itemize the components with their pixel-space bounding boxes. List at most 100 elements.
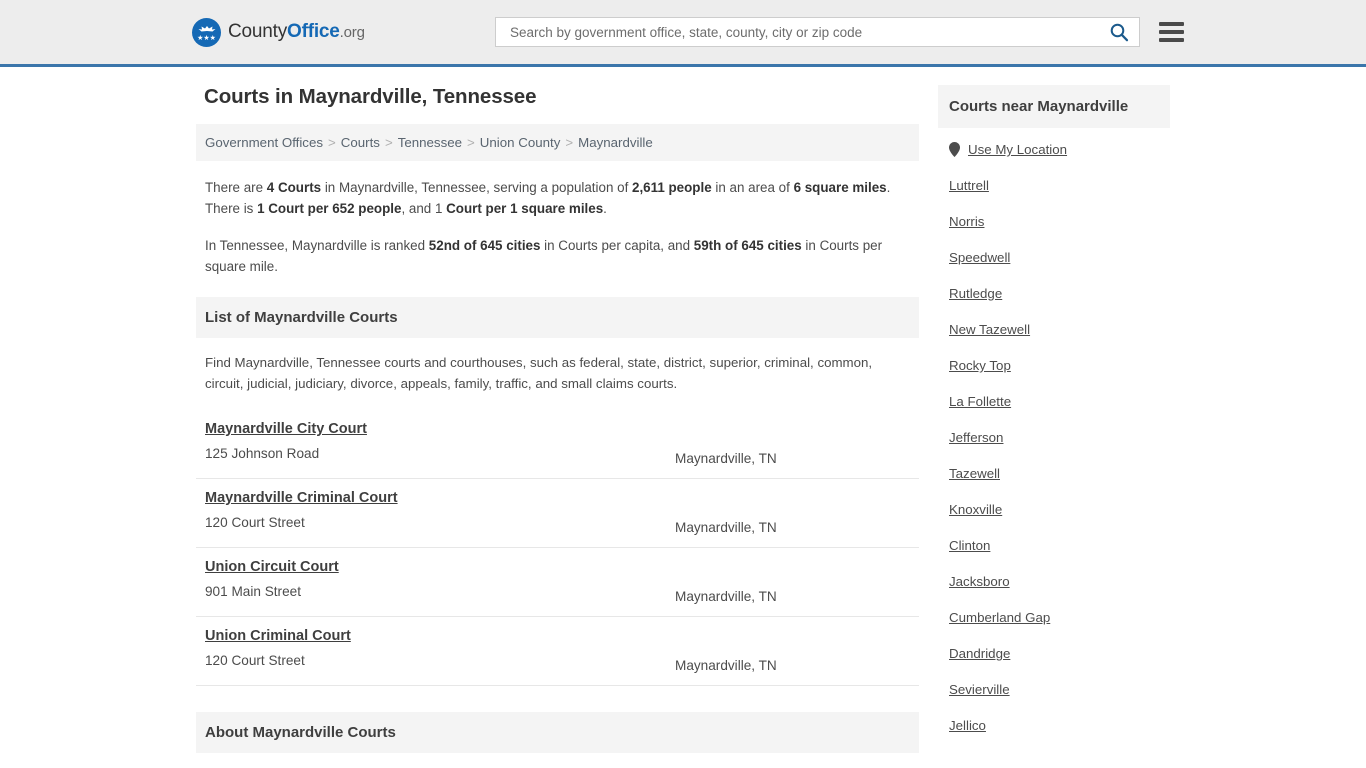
main-content: Courts in Maynardville, Tennessee Govern… [196, 67, 919, 768]
stars-glyph: ★★★ [197, 34, 216, 42]
sidebar-city-link[interactable]: Sevierville [949, 682, 1010, 697]
hamburger-bar-1 [1159, 22, 1184, 26]
search-icon [1110, 23, 1129, 42]
sidebar-item-jefferson[interactable]: Jefferson [949, 430, 1159, 445]
stat-rank-per-sq-mile: 59th of 645 cities [693, 238, 802, 253]
intro-text: in Maynardville, Tennessee, serving a po… [321, 180, 633, 195]
intro-text: There are [205, 180, 267, 195]
breadcrumb-separator: > [384, 135, 393, 150]
sidebar-item-clinton[interactable]: Clinton [949, 538, 1159, 553]
court-info: Union Circuit Court 901 Main Street [205, 558, 675, 599]
intro-stats: There are 4 Courts in Maynardville, Tenn… [196, 161, 919, 297]
court-address: 125 Johnson Road [205, 446, 320, 461]
sidebar-city-link[interactable]: New Tazewell [949, 322, 1030, 337]
court-name-link[interactable]: Union Circuit Court [205, 559, 339, 575]
page-title: Courts in Maynardville, Tennessee [204, 85, 537, 108]
logo-text-org: .org [339, 24, 365, 41]
court-info: Maynardville City Court 125 Johnson Road [205, 420, 675, 461]
sidebar-item-jacksboro[interactable]: Jacksboro [949, 574, 1159, 589]
court-city: Maynardville, TN [675, 658, 777, 673]
court-city: Maynardville, TN [675, 451, 777, 466]
use-my-location-link[interactable]: Use My Location [968, 142, 1067, 157]
sidebar-city-link[interactable]: Rutledge [949, 286, 1002, 301]
sidebar-city-link[interactable]: Cumberland Gap [949, 610, 1050, 625]
sidebar-item-cumberland-gap[interactable]: Cumberland Gap [949, 610, 1159, 625]
intro-text: in Courts per capita, and [540, 238, 694, 253]
table-row: Union Circuit Court 901 Main Street Mayn… [196, 548, 919, 617]
site-logo[interactable]: ★★★ CountyOffice.org [192, 17, 365, 47]
sidebar-heading: Courts near Maynardville [938, 85, 1170, 128]
intro-paragraph-2: In Tennessee, Maynardville is ranked 52n… [205, 235, 910, 277]
sidebar-city-link[interactable]: Jacksboro [949, 574, 1010, 589]
sidebar-item-speedwell[interactable]: Speedwell [949, 250, 1159, 265]
about-section: About Maynardville Courts Courts in Mayn… [196, 712, 919, 768]
search-box[interactable] [495, 17, 1140, 47]
breadcrumb-item-tennessee[interactable]: Tennessee [398, 135, 462, 150]
intro-text: In Tennessee, Maynardville is ranked [205, 238, 429, 253]
table-row: Maynardville Criminal Court 120 Court St… [196, 479, 919, 548]
stat-population: 2,611 people [632, 180, 712, 195]
court-info: Maynardville Criminal Court 120 Court St… [205, 489, 675, 530]
table-row: Union Criminal Court 120 Court Street Ma… [196, 617, 919, 686]
intro-text: , and 1 [401, 201, 447, 216]
page-body: Courts in Maynardville, Tennessee Govern… [0, 67, 1366, 768]
sidebar-city-link[interactable]: Knoxville [949, 502, 1002, 517]
sidebar-item-luttrell[interactable]: Luttrell [949, 178, 1159, 193]
search-input[interactable] [508, 23, 1107, 41]
sidebar-city-link[interactable]: Jellico [949, 718, 986, 733]
search-button[interactable] [1107, 22, 1131, 42]
logo-wordmark: CountyOffice.org [228, 21, 365, 43]
sidebar-item-rutledge[interactable]: Rutledge [949, 286, 1159, 301]
stat-rank-per-capita: 52nd of 645 cities [428, 238, 541, 253]
breadcrumb-separator: > [565, 135, 574, 150]
breadcrumb-item-maynardville: Maynardville [578, 135, 653, 150]
map-pin-icon [949, 142, 960, 157]
sidebar: Courts near Maynardville Use My Location… [938, 67, 1170, 768]
sidebar-item-use-my-location[interactable]: Use My Location [949, 142, 1159, 157]
logo-text-county: County [228, 21, 288, 42]
sidebar-item-jellico[interactable]: Jellico [949, 718, 1159, 733]
breadcrumb-item-government-offices[interactable]: Government Offices [205, 135, 323, 150]
breadcrumb-item-courts[interactable]: Courts [341, 135, 380, 150]
court-list: Maynardville City Court 125 Johnson Road… [196, 410, 919, 686]
site-header: ★★★ CountyOffice.org [0, 0, 1366, 67]
search-area [495, 17, 1184, 47]
sidebar-item-dandridge[interactable]: Dandridge [949, 646, 1159, 661]
sidebar-city-link[interactable]: Rocky Top [949, 358, 1011, 373]
court-name-link[interactable]: Maynardville Criminal Court [205, 490, 398, 506]
sidebar-item-new-tazewell[interactable]: New Tazewell [949, 322, 1159, 337]
sidebar-item-norris[interactable]: Norris [949, 214, 1159, 229]
sidebar-item-rocky-top[interactable]: Rocky Top [949, 358, 1159, 373]
sidebar-city-link[interactable]: Norris [949, 214, 984, 229]
breadcrumb: Government Offices > Courts > Tennessee > Unio… [196, 124, 919, 161]
list-section-description: Find Maynardville, Tennessee courts and … [205, 355, 873, 391]
sidebar-city-link[interactable]: Luttrell [949, 178, 989, 193]
sidebar-item-la-follette[interactable]: La Follette [949, 394, 1159, 409]
sidebar-city-link[interactable]: Dandridge [949, 646, 1010, 661]
breadcrumb-item-union-county[interactable]: Union County [480, 135, 561, 150]
sidebar-city-link[interactable]: Speedwell [949, 250, 1010, 265]
sidebar-item-knoxville[interactable]: Knoxville [949, 502, 1159, 517]
hamburger-bar-2 [1159, 30, 1184, 34]
court-city: Maynardville, TN [675, 589, 777, 604]
stat-court-per-people: 1 Court per 652 people [257, 201, 402, 216]
court-name-link[interactable]: Union Criminal Court [205, 628, 351, 644]
intro-paragraph-1: There are 4 Courts in Maynardville, Tenn… [205, 177, 910, 219]
sidebar-city-link[interactable]: La Follette [949, 394, 1011, 409]
sidebar-city-link[interactable]: Tazewell [949, 466, 1000, 481]
list-section-body: Find Maynardville, Tennessee courts and … [196, 338, 919, 400]
stat-area: 6 square miles [793, 180, 887, 195]
hamburger-menu-icon[interactable] [1159, 22, 1184, 42]
breadcrumb-separator: > [328, 135, 336, 150]
court-address: 120 Court Street [205, 515, 305, 530]
about-section-body: Courts in Maynardville, TN are governmen… [196, 753, 919, 768]
sidebar-city-link[interactable]: Jefferson [949, 430, 1003, 445]
sidebar-item-sevierville[interactable]: Sevierville [949, 682, 1159, 697]
sidebar-item-tazewell[interactable]: Tazewell [949, 466, 1159, 481]
intro-text: in an area of [711, 180, 794, 195]
court-name-link[interactable]: Maynardville City Court [205, 421, 367, 437]
logo-text-office: Office [287, 21, 340, 42]
sidebar-city-link[interactable]: Clinton [949, 538, 990, 553]
breadcrumb-separator: > [467, 135, 475, 150]
stat-court-count: 4 Courts [266, 180, 322, 195]
